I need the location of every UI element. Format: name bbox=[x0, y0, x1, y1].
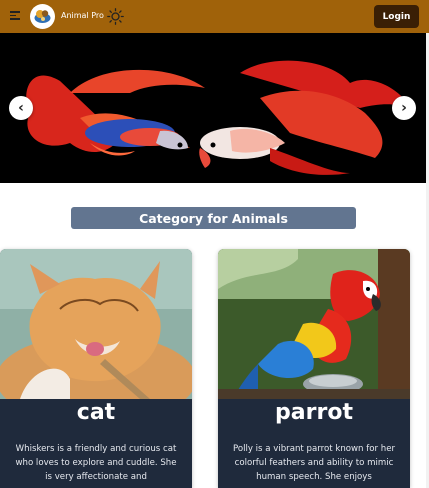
betta-fish-image bbox=[0, 33, 429, 183]
animal-card-parrot[interactable]: parrot Polly is a vibrant parrot known f… bbox=[218, 249, 410, 488]
login-button[interactable]: Login bbox=[374, 5, 419, 28]
logo-icon bbox=[30, 4, 55, 29]
brand-name: Animal Pro bbox=[61, 11, 104, 20]
card-title: cat bbox=[76, 400, 116, 425]
card-description: Whiskers is a friendly and curious cat w… bbox=[15, 444, 177, 482]
cat-image bbox=[0, 249, 192, 399]
sun-icon[interactable] bbox=[107, 8, 124, 25]
carousel-prev-button[interactable]: ‹ bbox=[9, 96, 33, 120]
card-title: parrot bbox=[275, 400, 353, 425]
parrot-image bbox=[218, 249, 410, 399]
carousel-next-button[interactable]: › bbox=[392, 96, 416, 120]
menu-icon[interactable] bbox=[10, 11, 20, 21]
logo[interactable] bbox=[30, 4, 55, 29]
category-heading: Category for Animals bbox=[71, 207, 356, 229]
card-description: Polly is a vibrant parrot known for her … bbox=[232, 444, 396, 482]
top-navbar: Animal Pro Login bbox=[0, 0, 429, 33]
animal-card-cat[interactable]: cat Whiskers is a friendly and curious c… bbox=[0, 249, 192, 488]
hero-carousel: ‹ › bbox=[0, 33, 429, 183]
